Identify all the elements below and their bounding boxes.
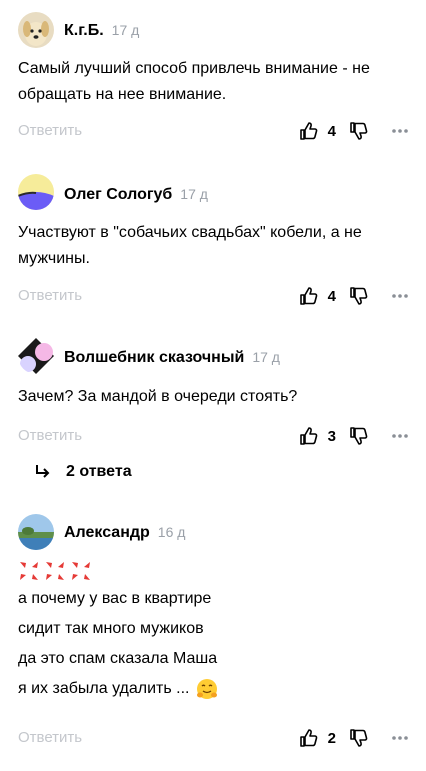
comment-1: К.г.Б. 17 д Самый лучший способ привлечь … <box>0 0 426 150</box>
comment-last-line: я их забыла удалить ... <box>18 674 408 704</box>
comment-line: сидит так много мужиков <box>18 620 204 637</box>
thumbs-up-icon[interactable] <box>298 121 318 141</box>
author-name[interactable]: Волшебник сказочный 17 д <box>64 347 280 368</box>
avatar[interactable] <box>18 514 54 550</box>
hugging-face-icon <box>196 679 217 699</box>
comment-actions: 3 <box>298 424 410 448</box>
anger-symbol-icon <box>20 562 38 580</box>
more-dots-icon[interactable] <box>390 728 410 748</box>
comment-time: 17 д <box>111 22 140 38</box>
comment-actions: 2 <box>298 726 410 750</box>
reply-button[interactable]: Ответить <box>18 426 82 446</box>
comment-time: 17 д <box>180 186 208 202</box>
more-dots-icon[interactable] <box>390 121 410 141</box>
more-dots-icon[interactable] <box>390 426 410 446</box>
thumbs-down-icon[interactable] <box>348 286 368 306</box>
reply-arrow-icon <box>36 465 50 478</box>
comment-4: Александр 16 д а почему у вас в квартире … <box>0 506 426 771</box>
avatar[interactable] <box>18 12 54 48</box>
author-name-text[interactable]: Олег Сологуб <box>64 186 172 203</box>
comment-line: я их забыла удалить ... <box>18 680 190 697</box>
avatar[interactable] <box>18 338 54 374</box>
emoji-row <box>18 558 408 584</box>
thumbs-down-icon[interactable] <box>348 728 368 748</box>
dog-avatar-icon <box>18 12 54 48</box>
anger-symbol-icon <box>72 562 90 580</box>
replies-thread-link[interactable]: 2 ответа <box>34 462 132 482</box>
like-count: 4 <box>327 287 336 305</box>
comment-text: а почему у вас в квартире сидит так мног… <box>18 558 408 704</box>
thumbs-down-icon[interactable] <box>348 426 368 446</box>
comment-time: 16 д <box>157 524 186 540</box>
comment-line: да это спам сказала Маша <box>18 650 218 667</box>
author-name-text[interactable]: Волшебник сказочный <box>64 349 244 366</box>
comment-actions: 4 <box>298 119 410 143</box>
reply-button[interactable]: Ответить <box>18 286 82 306</box>
comment-text: Участвуют в "собачьих свадьбах" кобели, … <box>18 224 362 267</box>
author-name[interactable]: Олег Сологуб 17 д <box>64 184 208 205</box>
thumbs-down-icon[interactable] <box>348 121 368 141</box>
comment-time: 17 д <box>252 349 280 365</box>
author-name[interactable]: Александр 16 д <box>64 522 185 543</box>
comment-text: Самый лучший способ привлечь внимание - … <box>18 60 370 103</box>
thumbs-up-icon[interactable] <box>298 728 318 748</box>
like-count: 3 <box>327 427 336 445</box>
replies-count[interactable]: 2 ответа <box>66 462 132 482</box>
abstract-avatar-icon <box>18 174 54 210</box>
like-count: 2 <box>327 729 336 747</box>
comment-3: Волшебник сказочный 17 д Зачем? За мандой… <box>0 326 426 496</box>
more-dots-icon[interactable] <box>390 286 410 306</box>
landscape-avatar-icon <box>18 514 54 550</box>
author-name-text[interactable]: К.г.Б. <box>64 22 104 39</box>
author-name-text[interactable]: Александр <box>64 524 150 541</box>
thumbs-up-icon[interactable] <box>298 286 318 306</box>
author-name[interactable]: К.г.Б. 17 д <box>64 20 139 41</box>
comment-text: Зачем? За мандой в очереди стоять? <box>18 388 298 405</box>
abstract-avatar-icon <box>18 338 54 374</box>
thumbs-up-icon[interactable] <box>298 426 318 446</box>
reply-button[interactable]: Ответить <box>18 121 82 141</box>
reply-button[interactable]: Ответить <box>18 728 82 748</box>
avatar[interactable] <box>18 174 54 210</box>
like-count: 4 <box>327 122 336 140</box>
comment-2: Олег Сологуб 17 д Участвуют в "собачьих с… <box>0 160 426 310</box>
comment-actions: 4 <box>298 284 410 308</box>
anger-symbol-icon <box>46 562 64 580</box>
comment-line: а почему у вас в квартире <box>18 590 212 607</box>
